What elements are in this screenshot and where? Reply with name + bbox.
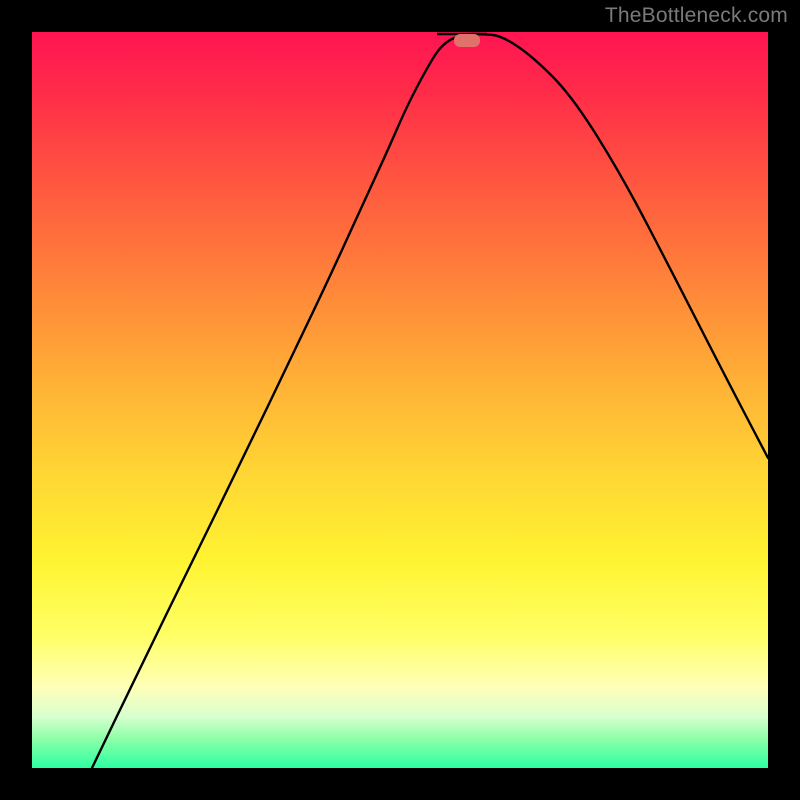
watermark-text: TheBottleneck.com [605,4,788,28]
optimum-marker [454,34,480,47]
bottleneck-curve [92,34,768,768]
chart-frame: TheBottleneck.com [0,0,800,800]
plot-area [32,32,768,768]
curve-svg [32,32,768,768]
